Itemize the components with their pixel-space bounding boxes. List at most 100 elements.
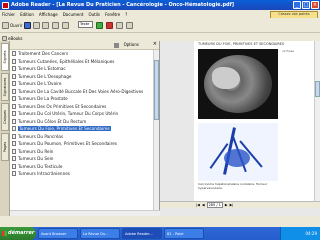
bookmark-icon <box>12 118 16 124</box>
bookmark-item[interactable]: Tumeurs De La Prostate <box>12 95 154 103</box>
menu-outils[interactable]: Outils <box>88 12 100 17</box>
tab-signets[interactable]: Signets <box>1 43 9 71</box>
bookmark-label: Tumeurs Du Col Utérin, Tumeur Du Corps U… <box>18 111 119 117</box>
bookmark-icon <box>12 111 16 117</box>
task-list: Avant Browser La Revue Du... Adobe Reader.… <box>38 228 204 239</box>
bookmark-icon <box>12 126 16 132</box>
options-menu[interactable]: Options <box>124 42 139 47</box>
bookmark-item[interactable]: Tumeurs Intracrâniennes <box>12 170 154 178</box>
prev-page-button[interactable]: ◀ <box>202 203 205 207</box>
menu-fenetre[interactable]: Fenêtre <box>105 12 120 17</box>
document-scroll-thumb[interactable] <box>315 81 320 97</box>
tab-calques[interactable]: Calques <box>1 103 9 131</box>
bookmarks-hscrollbar[interactable] <box>10 210 160 216</box>
bookmark-label: Traitement Des Cancers <box>18 51 69 57</box>
bookmark-label: Tumeurs Du Foie, Primitives Et Secondair… <box>18 126 111 132</box>
close-panel-icon[interactable]: × <box>153 41 157 47</box>
page-number-field[interactable]: 285 / 1 <box>206 202 223 208</box>
bookmark-item[interactable]: Tumeurs Du Pancréas <box>12 133 154 141</box>
scroll-thumb[interactable] <box>154 60 159 120</box>
minimize-button[interactable]: _ <box>293 1 301 9</box>
zoom-in-button[interactable] <box>96 20 103 30</box>
menu-edition[interactable]: Edition <box>20 12 34 17</box>
next-page-button[interactable]: ▶ <box>225 203 228 207</box>
zoom-select[interactable]: Texte <box>78 21 93 28</box>
bookmark-label: Tumeurs Intracrâniennes <box>18 171 70 177</box>
bookmark-item[interactable]: Tumeurs Cutanées, Epithéliales Et Mélani… <box>12 58 154 66</box>
bookmark-item[interactable]: Tumeurs Du Rein <box>12 148 154 156</box>
zoom-out-button[interactable] <box>106 20 113 30</box>
bookmarks-scrollbar[interactable] <box>153 50 159 210</box>
fit-page-button[interactable] <box>116 20 123 30</box>
angiography-image <box>198 123 278 181</box>
bookmark-label: Tumeurs Cutanées, Epithéliales Et Mélani… <box>18 58 115 64</box>
start-button[interactable]: démarrer <box>0 227 36 240</box>
bookmark-item[interactable]: Tumeurs Des Os Primitives Et Secondaires <box>12 103 154 111</box>
bookmark-label: Tumeurs Des Os Primitives Et Secondaires <box>18 103 107 109</box>
bookmark-icon <box>12 51 16 57</box>
tab-signatures[interactable]: Signatures <box>1 73 9 101</box>
bookmarks-panel: Options × Traitement Des Cancers Tumeurs … <box>10 41 160 216</box>
rotate-icon <box>126 21 133 29</box>
menu-document[interactable]: Document <box>63 12 84 17</box>
last-page-button[interactable]: ▶| <box>230 203 234 207</box>
bookmark-item[interactable]: Tumeurs Du Côlon Et Du Rectum <box>12 118 154 126</box>
mail-icon <box>42 21 49 29</box>
bookmarks-header: Options × <box>10 41 159 50</box>
adobe-reader-icon <box>2 1 9 9</box>
first-page-button[interactable]: |◀ <box>196 203 200 207</box>
document-scrollbar[interactable] <box>314 41 320 201</box>
taskbar-button[interactable]: 82 - Paint <box>164 228 204 239</box>
zoom-out-icon <box>106 21 113 29</box>
bookmark-icon <box>12 73 16 79</box>
bookmark-item[interactable]: Tumeurs Du Testicule <box>12 163 154 171</box>
print-button[interactable] <box>33 20 40 30</box>
bookmark-item[interactable]: Tumeurs De L'Ovaire <box>12 80 154 88</box>
book-icon <box>2 35 7 41</box>
search-button[interactable] <box>52 20 59 30</box>
taskbar-button[interactable]: Avant Browser <box>38 228 78 239</box>
restore-button[interactable]: □ <box>302 1 310 9</box>
bookmark-item[interactable]: Tumeurs De L'Oesophage <box>12 73 154 81</box>
save-icon <box>24 21 31 29</box>
bookmark-label: Tumeurs Du Pancréas <box>18 133 64 139</box>
bookmark-item[interactable]: Tumeurs De L'Estomac <box>12 65 154 73</box>
bookmark-icon <box>12 88 16 94</box>
taskbar-button[interactable]: La Revue Du... <box>80 228 120 239</box>
close-button[interactable]: × <box>311 1 319 9</box>
hand-icon <box>62 21 69 29</box>
menu-fichier[interactable]: Fichier <box>2 12 15 17</box>
bookmark-label: Tumeurs De L'Estomac <box>18 66 66 72</box>
bookmark-item[interactable]: Tumeurs De La Cavité Buccale Et Des Voie… <box>12 88 154 96</box>
ct-scan-image <box>198 49 278 119</box>
bookmark-label: Tumeurs De L'Oesophage <box>18 73 72 79</box>
figure-caption: Carcinome hépatocellulaire nodulaire. Tu… <box>198 182 268 190</box>
bookmark-item[interactable]: Tumeurs Du Foie, Primitives Et Secondair… <box>12 125 154 133</box>
bookmark-options-icon[interactable] <box>114 43 119 48</box>
menu-help[interactable]: ? <box>125 12 127 17</box>
hand-tool-button[interactable] <box>62 20 69 30</box>
taskbar-button[interactable]: Adobe Reader... <box>122 228 162 239</box>
bookmark-icon <box>12 156 16 162</box>
open-button[interactable]: Ouvrir <box>2 20 22 30</box>
windows-logo-icon <box>2 231 7 236</box>
bookmark-list: Traitement Des Cancers Tumeurs Cutanées, … <box>10 50 154 210</box>
bookmark-label: Tumeurs Du Poumon, Primitives Et Seconda… <box>18 141 117 147</box>
tab-pages[interactable]: Pages <box>1 133 9 161</box>
bookmark-label: Tumeurs Du Testicule <box>18 163 63 169</box>
menu-affichage[interactable]: Affichage <box>39 12 58 17</box>
bookmark-item[interactable]: Tumeurs Du Col Utérin, Tumeur Du Corps U… <box>12 110 154 118</box>
bookmark-item[interactable]: Traitement Des Cancers <box>12 50 154 58</box>
bookmark-icon <box>12 66 16 72</box>
page-icon <box>116 21 123 29</box>
document-area: TUMEURS DU FOIE, PRIMITIVES ET SECONDAIR… <box>160 41 320 216</box>
rotate-button[interactable] <box>126 20 133 30</box>
bookmark-icon <box>12 141 16 147</box>
bookmark-item[interactable]: Tumeurs Du Poumon, Primitives Et Seconda… <box>12 140 154 148</box>
save-button[interactable] <box>24 20 31 30</box>
email-button[interactable] <box>42 20 49 30</box>
bookmark-icon <box>12 148 16 154</box>
bookmark-icon <box>12 171 16 177</box>
bookmark-item[interactable]: Tumeurs Du Sein <box>12 155 154 163</box>
clock: 04:29 <box>305 231 317 236</box>
